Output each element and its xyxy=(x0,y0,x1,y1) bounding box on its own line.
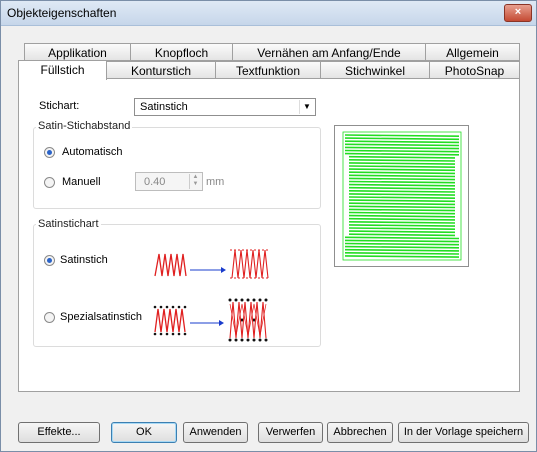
preview-stitch-line xyxy=(344,134,460,137)
ok-button[interactable]: OK xyxy=(111,422,177,443)
spacing-spinbox[interactable]: 0.40 ▲ ▼ xyxy=(135,172,203,191)
auto-radio[interactable] xyxy=(44,147,55,158)
preview-stitch-line xyxy=(344,146,460,150)
preview-stitch-line xyxy=(348,199,456,203)
tab-knopfloch[interactable]: Knopfloch xyxy=(130,43,233,61)
auto-radio-label[interactable]: Automatisch xyxy=(62,146,123,158)
satinstich-illustration-icon xyxy=(154,249,269,279)
preview-stitch-line xyxy=(348,224,456,227)
preview-stitch-line xyxy=(344,149,460,153)
apply-button[interactable]: Anwenden xyxy=(183,422,248,443)
preview-stitch-line xyxy=(344,252,460,255)
tab-fuellstich[interactable]: Füllstich xyxy=(18,60,107,80)
preview-stitch-line xyxy=(348,205,456,209)
preview-stitch-line xyxy=(348,186,456,190)
satin-group-label: Satinstichart xyxy=(36,218,101,230)
discard-button[interactable]: Verwerfen xyxy=(258,422,323,443)
preview-stitch-line xyxy=(348,162,456,165)
stitch-type-label: Stichart: xyxy=(39,100,80,112)
close-button[interactable]: × xyxy=(504,4,532,22)
manual-radio-label[interactable]: Manuell xyxy=(62,176,101,188)
tab-allgemein[interactable]: Allgemein xyxy=(425,43,520,61)
preview-stitch-line xyxy=(348,159,456,162)
preview-stitch-line xyxy=(344,236,460,240)
spin-arrows-icon[interactable]: ▲ ▼ xyxy=(189,174,201,189)
tab-textfunktion[interactable]: Textfunktion xyxy=(215,61,321,79)
spacing-value: 0.40 xyxy=(144,176,166,188)
manual-radio[interactable] xyxy=(44,177,55,188)
spezialsatinstich-illustration-icon xyxy=(153,298,268,342)
preview-stitch-line xyxy=(348,193,456,196)
tab-konturstich[interactable]: Konturstich xyxy=(106,61,216,79)
window-title: Objekteigenschaften xyxy=(7,6,117,20)
preview-stitch-line xyxy=(344,152,460,156)
preview-stitch-line xyxy=(348,214,456,218)
preview-stitch-line xyxy=(348,190,456,193)
preview-stitch-line xyxy=(348,180,456,184)
effects-button[interactable]: Effekte... xyxy=(18,422,100,443)
preview-stitch-line xyxy=(344,245,460,249)
preview-stitch-line xyxy=(348,171,456,175)
satinstich-radio[interactable] xyxy=(44,255,55,266)
preview-stitch-line xyxy=(348,217,456,221)
preview-stitch-line xyxy=(344,137,460,141)
preview-stitch-line xyxy=(348,233,456,237)
preview-stitch-line xyxy=(348,165,456,168)
preview-stitch-line xyxy=(348,208,456,212)
preview-stitch-line xyxy=(348,183,456,187)
tab-photosnap[interactable]: PhotoSnap xyxy=(429,61,520,79)
spacing-group xyxy=(33,127,321,209)
tab-stichwinkel[interactable]: Stichwinkel xyxy=(320,61,430,79)
preview-stitch-line xyxy=(344,255,460,258)
title-bar: Objekteigenschaften × xyxy=(1,1,536,26)
cancel-button[interactable]: Abbrechen xyxy=(327,422,393,443)
preview-stitch-line xyxy=(348,177,456,181)
stitch-preview xyxy=(334,125,469,267)
stitch-type-dropdown[interactable]: Satinstich ▼ xyxy=(134,98,316,116)
preview-stitch-line xyxy=(348,221,456,224)
satinstich-radio-label[interactable]: Satinstich xyxy=(60,254,108,266)
save-template-button[interactable]: In der Vorlage speichern xyxy=(398,422,529,443)
preview-stitch-line xyxy=(348,196,456,199)
preview-stitch-line xyxy=(344,239,460,243)
preview-stitch-line xyxy=(344,143,460,147)
preview-stitch-line xyxy=(344,248,460,252)
spezialsatinstich-radio-label[interactable]: Spezialsatinstich xyxy=(60,311,142,323)
spacing-unit: mm xyxy=(206,176,225,188)
chevron-down-icon[interactable]: ▼ xyxy=(299,100,314,114)
preview-stitch-line xyxy=(344,140,460,144)
preview-stitch-line xyxy=(348,155,456,159)
preview-stitch-line xyxy=(348,174,456,178)
preview-stitch-line xyxy=(348,230,456,234)
preview-stitch-line xyxy=(348,227,456,230)
tab-vernaehen[interactable]: Vernähen am Anfang/Ende xyxy=(232,43,426,61)
tab-applikation[interactable]: Applikation xyxy=(24,43,131,61)
satin-preview-pattern xyxy=(342,131,462,261)
preview-stitch-line xyxy=(344,242,460,246)
preview-stitch-line xyxy=(348,202,456,206)
preview-stitch-line xyxy=(348,168,456,172)
spezialsatinstich-radio[interactable] xyxy=(44,312,55,323)
stitch-type-value: Satinstich xyxy=(140,101,188,113)
preview-stitch-line xyxy=(348,211,456,215)
spacing-group-label: Satin-Stichabstand xyxy=(36,120,133,132)
